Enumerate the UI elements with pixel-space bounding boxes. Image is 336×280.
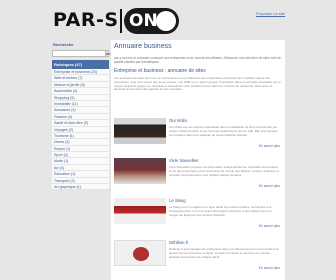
site-title[interactable]: Déhlène.fr <box>169 240 188 245</box>
read-more-link[interactable]: En savoir plus <box>259 266 280 270</box>
read-more-link[interactable]: En savoir plus <box>259 224 280 228</box>
header: PAR-S ON Proposer un site <box>0 0 336 40</box>
site-title[interactable]: Vivre Nouvelles <box>169 158 198 163</box>
logo-toggle-text: ON <box>129 11 158 31</box>
search-input[interactable] <box>53 51 105 56</box>
site-description: Le Slang est un magazine en ligne dédié … <box>169 205 272 217</box>
site-description: Déhlène.fr accompagne les entreprises da… <box>169 247 279 259</box>
toggle-knob-icon <box>156 11 176 31</box>
site-thumbnail[interactable] <box>114 240 166 266</box>
site-description: Oui Vidéo est une agence spécialisée dan… <box>169 125 278 137</box>
site-logo-icon <box>133 247 149 261</box>
site-title[interactable]: Le Slang <box>169 198 186 203</box>
categories-header: Rubriques (47) <box>52 60 109 69</box>
site-thumbnail[interactable] <box>114 158 166 184</box>
read-more-link[interactable]: En savoir plus <box>259 184 280 188</box>
main-content: Annuaire business par-s.net est un annua… <box>111 40 285 280</box>
logo-divider <box>120 9 122 33</box>
logo-toggle[interactable]: ON <box>124 8 179 34</box>
search-box: ok <box>52 50 111 57</box>
page-title: Annuaire business <box>114 43 172 50</box>
site-thumbnail[interactable] <box>114 118 166 144</box>
section-title: Entreprise et business : annuaire de sit… <box>114 68 206 74</box>
site-title[interactable]: Oui Vidéo <box>169 118 187 123</box>
read-more-link[interactable]: En savoir plus <box>259 144 280 148</box>
section-text: Les annuaires de sites web sont un outil… <box>114 76 282 92</box>
submit-site-link[interactable]: Proposer un site <box>256 11 285 16</box>
search-button[interactable]: ok <box>105 51 111 56</box>
sidebar-item[interactable]: Art graphique (1) <box>52 184 109 191</box>
site-thumbnail[interactable] <box>114 198 166 224</box>
intro-text: par-s.net est un annuaire consacré aux e… <box>114 56 281 64</box>
sidebar: Recherche ok Rubriques (47) Entreprise e… <box>52 40 111 191</box>
search-label: Recherche <box>53 42 74 47</box>
site-description: Vivre Nouvelles propose une information … <box>169 165 279 177</box>
site-logo-text[interactable]: PAR-S <box>53 9 119 31</box>
